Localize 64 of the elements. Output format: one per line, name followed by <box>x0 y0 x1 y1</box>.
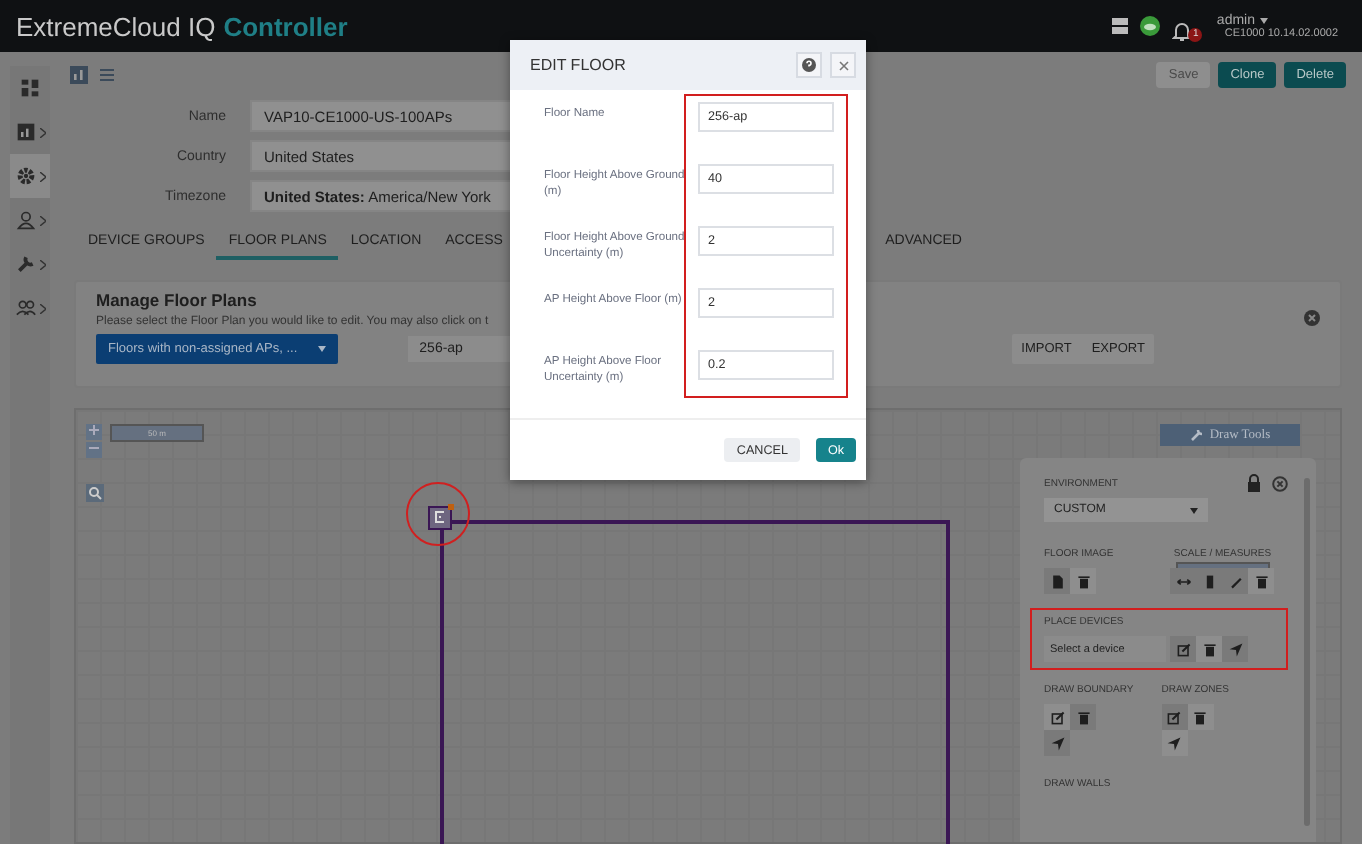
edit-icon[interactable] <box>1175 641 1191 657</box>
trash-icon[interactable] <box>1201 641 1217 657</box>
trash-tool-button[interactable] <box>1187 704 1214 730</box>
search-icon[interactable] <box>86 484 104 502</box>
pencil-icon[interactable] <box>1227 573 1244 589</box>
chevron-icon[interactable] <box>39 127 45 137</box>
locate-icon[interactable] <box>1227 641 1243 657</box>
trash-tool-button[interactable] <box>1070 568 1096 594</box>
trash-tool-button[interactable] <box>1070 704 1096 730</box>
trash-tool-button[interactable] <box>1196 636 1222 662</box>
locate-tool-button[interactable] <box>1161 730 1188 756</box>
chevron-icon[interactable] <box>39 303 45 313</box>
close-icon[interactable] <box>1272 475 1288 491</box>
edit-tool-button[interactable] <box>1161 704 1188 730</box>
trash-icon[interactable] <box>1075 573 1091 589</box>
caret-icon[interactable] <box>317 346 326 352</box>
help-button[interactable] <box>796 52 822 78</box>
pencil-tool-button[interactable] <box>1222 568 1249 594</box>
server-icon[interactable] <box>1112 18 1129 34</box>
app-logo-text: Controller <box>223 11 348 41</box>
trash-icon[interactable] <box>1192 709 1209 725</box>
minus-icon[interactable] <box>88 442 100 454</box>
arrows-tool-button[interactable] <box>1170 568 1197 594</box>
trash-icon[interactable] <box>1253 573 1270 589</box>
arrows-icon[interactable] <box>1175 573 1192 589</box>
caret-icon[interactable] <box>1259 17 1267 23</box>
bell-icon[interactable] <box>1172 19 1193 41</box>
close-icon[interactable] <box>1304 310 1320 326</box>
wrench-icon[interactable] <box>1189 428 1204 442</box>
ruler-icon[interactable] <box>1201 573 1218 589</box>
access-point-icon[interactable] <box>428 504 454 530</box>
locate-icon[interactable] <box>1049 735 1065 751</box>
tools-icon[interactable] <box>15 254 35 274</box>
chevron-icon[interactable] <box>39 215 45 225</box>
card-title: Manage Floor Plans <box>96 290 257 310</box>
help-icon[interactable] <box>802 58 816 72</box>
cloud-status-icon[interactable] <box>1140 16 1161 36</box>
highlight-circle <box>406 482 470 546</box>
dialog-title: EDIT FLOOR <box>530 56 626 74</box>
locate-icon[interactable] <box>1166 735 1183 751</box>
trash-icon[interactable] <box>1075 709 1091 725</box>
locate-tool-button[interactable] <box>1222 636 1248 662</box>
dashboard-icon[interactable] <box>20 78 40 98</box>
edit-icon[interactable] <box>1166 709 1183 725</box>
chevron-icon[interactable] <box>39 171 45 181</box>
trash-tool-button[interactable] <box>1248 568 1275 594</box>
zoom-in-button[interactable] <box>86 424 102 440</box>
close-button[interactable] <box>830 52 856 78</box>
edit-tool-button[interactable] <box>1170 636 1196 662</box>
locate-tool-button[interactable] <box>1044 730 1070 756</box>
sidebar-item[interactable] <box>10 154 50 198</box>
edit-tool-button[interactable] <box>1044 704 1070 730</box>
plus-icon[interactable] <box>88 424 100 436</box>
list-view-icon[interactable] <box>98 65 116 83</box>
lock-icon[interactable] <box>1246 474 1262 492</box>
file-icon[interactable] <box>1049 573 1065 589</box>
chevron-icon[interactable] <box>39 259 45 269</box>
close-icon[interactable] <box>837 59 849 71</box>
chart-view-icon[interactable] <box>70 65 88 83</box>
zoom-out-button[interactable] <box>86 442 102 458</box>
app-logo-text: ExtremeCloud IQ <box>16 11 216 41</box>
edit-icon[interactable] <box>1049 709 1065 725</box>
file-tool-button[interactable] <box>1044 568 1070 594</box>
caret-icon[interactable] <box>1190 507 1198 513</box>
